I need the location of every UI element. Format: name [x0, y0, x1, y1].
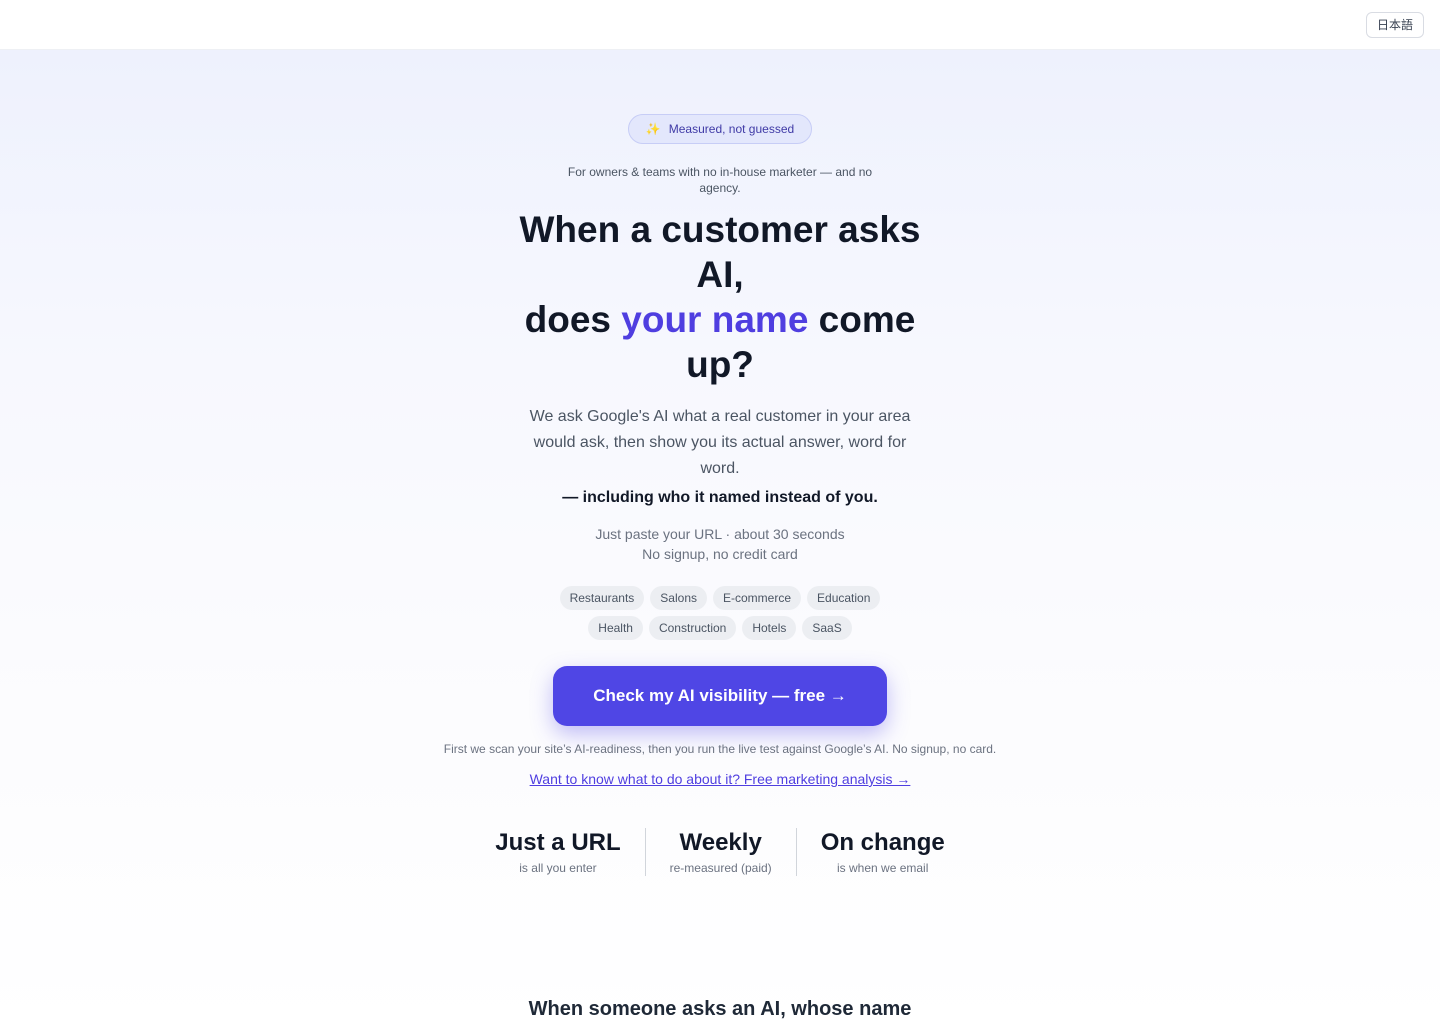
section-title: When someone asks an AI, whose name	[528, 998, 912, 1020]
scan-note: First we scan your site’s AI-readiness, …	[443, 742, 997, 756]
industry-chip[interactable]: Hotels	[742, 616, 797, 640]
industry-chip[interactable]: Restaurants	[559, 586, 645, 610]
stat-item: On change is when we email	[795, 828, 969, 876]
stat-item: Just a URL is all you enter	[471, 828, 644, 876]
hero-subheading-strong: — including who it named instead of you.	[562, 489, 878, 506]
audience-text: For owners & teams with no in-house mark…	[567, 165, 873, 195]
hero-section: ✨ Measured, not guessed For owners & team…	[0, 50, 1440, 1031]
industry-chip[interactable]: Health	[588, 616, 643, 640]
industry-chip[interactable]: Salons	[650, 586, 707, 610]
language-switch-button[interactable]: 日本語	[1365, 12, 1424, 38]
sparkles-icon: ✨	[645, 122, 661, 136]
industry-chips-row-2: Health Construction Hotels SaaS	[0, 616, 1440, 640]
stat-value: On change	[820, 829, 945, 856]
page-title: When a customer asks AI, does your name …	[500, 207, 940, 387]
industry-chip[interactable]: SaaS	[802, 616, 852, 640]
industry-chip[interactable]: Construction	[648, 616, 737, 640]
meta-line-signup: No signup, no credit card	[642, 546, 798, 562]
stats-row: Just a URL is all you enter Weekly re-me…	[0, 828, 1440, 876]
industry-chip[interactable]: Education	[807, 586, 881, 610]
hero-subheading: We ask Google's AI what a real customer …	[529, 408, 911, 477]
check-visibility-button[interactable]: Check my AI visibility — free →	[553, 666, 887, 726]
marketing-analysis-link[interactable]: Want to know what to do about it? Free m…	[530, 771, 911, 787]
top-bar: 日本語	[0, 0, 1440, 50]
headline-accent: your name	[621, 299, 809, 340]
hero-meta: Just paste your URL · about 30 seconds N…	[0, 524, 1440, 564]
marketing-analysis-link-wrap: Want to know what to do about it? Free m…	[0, 771, 1440, 787]
meta-line-time: Just paste your URL · about 30 seconds	[595, 526, 845, 542]
measured-badge: ✨ Measured, not guessed	[628, 114, 812, 144]
headline-line1: When a customer asks AI,	[519, 209, 921, 295]
badge-label: Measured, not guessed	[668, 122, 795, 136]
industry-chip[interactable]: E-commerce	[713, 586, 802, 610]
stat-caption: re-measured (paid)	[669, 861, 772, 875]
stat-value: Weekly	[679, 829, 762, 856]
industry-chips-row-1: Restaurants Salons E-commerce Education	[0, 586, 1440, 610]
stat-caption: is all you enter	[519, 861, 597, 875]
stat-caption: is when we email	[837, 861, 929, 875]
stat-value: Just a URL	[495, 829, 621, 856]
headline-pre: does	[524, 299, 622, 340]
stat-item: Weekly re-measured (paid)	[644, 828, 796, 876]
